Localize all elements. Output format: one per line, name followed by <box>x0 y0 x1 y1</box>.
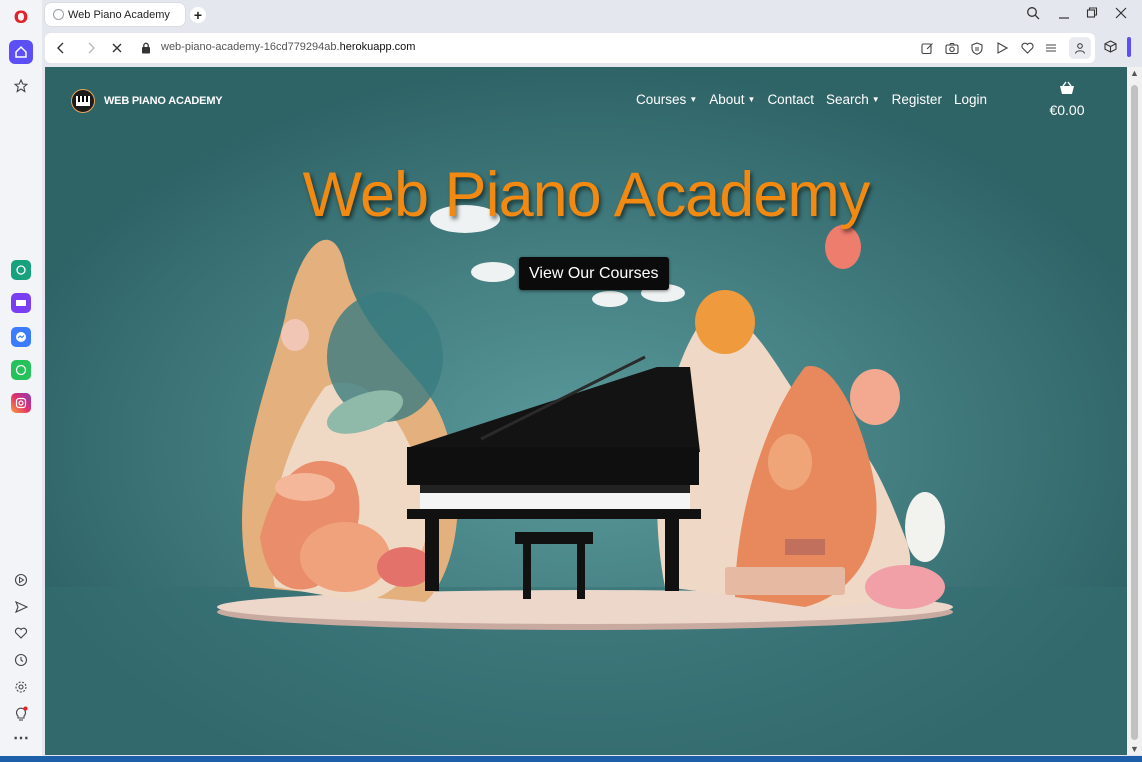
shopping-bag-link[interactable]: €0.00 <box>1046 81 1088 118</box>
sidebar-accent-bar <box>1127 37 1131 57</box>
extensions-cube-icon[interactable] <box>1102 38 1118 54</box>
nav-label: Contact <box>767 92 814 107</box>
edit-page-icon[interactable] <box>919 40 935 56</box>
nav-label: Register <box>891 92 942 107</box>
nav-register[interactable]: Register <box>892 92 942 107</box>
bookmarks-icon[interactable] <box>9 74 33 98</box>
browser-sidebar: O ⋯ <box>0 0 42 762</box>
chatsonic-icon[interactable] <box>9 291 33 315</box>
player-play-icon[interactable] <box>994 40 1010 56</box>
chevron-down-icon: ▼ <box>689 95 698 104</box>
loading-spinner-icon <box>53 9 64 20</box>
brand-name: WEB PIANO ACADEMY <box>104 95 223 107</box>
nav-contact[interactable]: Contact <box>767 92 814 107</box>
stop-loading-button[interactable] <box>109 40 125 56</box>
home-icon[interactable] <box>9 40 33 64</box>
nav-label: About <box>709 92 745 107</box>
brand-link[interactable]: WEB PIANO ACADEMY <box>71 89 223 113</box>
scroll-down-icon[interactable]: ▼ <box>1130 744 1139 754</box>
nav-courses[interactable]: Courses ▼ <box>636 92 697 107</box>
nav-label: Search <box>825 92 869 107</box>
scrollbar-thumb[interactable] <box>1131 85 1138 740</box>
easy-setup-icon[interactable] <box>1043 40 1059 56</box>
adblock-shield-icon[interactable] <box>969 40 985 56</box>
page-scrollbar[interactable]: ▲ ▼ <box>1127 67 1142 755</box>
view-courses-button[interactable]: View Our Courses <box>519 257 669 290</box>
chevron-down-icon: ▼ <box>871 95 880 104</box>
tips-lightbulb-icon[interactable] <box>9 702 33 726</box>
scroll-up-icon[interactable]: ▲ <box>1130 68 1139 78</box>
history-icon[interactable] <box>9 648 33 672</box>
url-text[interactable]: web-piano-academy-16cd779294ab.herokuapp… <box>161 41 415 53</box>
taskbar-strip <box>0 756 1142 762</box>
minimize-button[interactable] <box>1058 6 1070 23</box>
lock-icon[interactable] <box>141 41 151 59</box>
piano-logo-icon <box>71 89 95 113</box>
address-bar[interactable]: web-piano-academy-16cd779294ab.herokuapp… <box>45 33 1095 63</box>
cart-total: €0.00 <box>1049 102 1085 118</box>
nav-login[interactable]: Login <box>954 92 987 107</box>
new-tab-button[interactable]: + <box>190 7 206 23</box>
page-viewport: WEB PIANO ACADEMY Courses ▼ About ▼ Contac… <box>45 67 1127 755</box>
chevron-down-icon: ▼ <box>747 95 756 104</box>
navigation-bar: web-piano-academy-16cd779294ab.herokuapp… <box>42 30 1142 66</box>
nav-label: Login <box>953 92 987 107</box>
bookmark-heart-icon[interactable] <box>1019 40 1035 56</box>
tab-strip: Web Piano Academy + <box>42 0 1142 30</box>
whatsapp-icon[interactable] <box>9 358 33 382</box>
profile-avatar-icon[interactable] <box>1069 37 1091 59</box>
messenger-icon[interactable] <box>9 325 33 349</box>
search-tabs-icon[interactable] <box>1026 6 1040 23</box>
nav-label: Courses <box>636 92 687 107</box>
hero-title: Web Piano Academy <box>302 160 871 230</box>
instagram-icon[interactable] <box>9 391 33 415</box>
flow-send-icon[interactable] <box>9 595 33 619</box>
player-icon[interactable] <box>9 568 33 592</box>
forward-button[interactable] <box>83 40 99 56</box>
close-window-button[interactable] <box>1115 6 1127 23</box>
settings-icon[interactable] <box>9 675 33 699</box>
url-domain: herokuapp.com <box>339 41 416 53</box>
nav-about[interactable]: About ▼ <box>709 92 755 107</box>
url-prefix: web-piano-academy-16cd779294ab. <box>161 41 340 53</box>
main-menu: Courses ▼ About ▼ Contact Search ▼ Register… <box>624 92 987 107</box>
snapshot-camera-icon[interactable] <box>944 40 960 56</box>
basket-icon <box>1060 81 1074 94</box>
back-button[interactable] <box>53 40 69 56</box>
restore-button[interactable] <box>1086 6 1098 23</box>
opera-logo-icon[interactable]: O <box>9 6 33 30</box>
more-icon[interactable]: ⋯ <box>9 726 33 750</box>
tab-web-piano-academy[interactable]: Web Piano Academy <box>45 3 185 26</box>
heart-icon[interactable] <box>9 621 33 645</box>
tab-title: Web Piano Academy <box>68 8 170 21</box>
chatgpt-icon[interactable] <box>9 258 33 282</box>
nav-search[interactable]: Search ▼ <box>826 92 880 107</box>
